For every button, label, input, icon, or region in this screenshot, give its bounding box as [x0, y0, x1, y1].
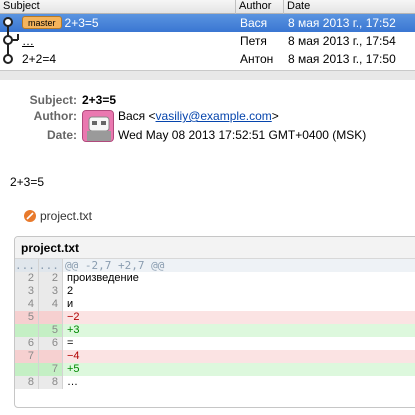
- commit-subject: 2+2=4: [22, 52, 57, 66]
- subject-value: 2+3=5: [82, 93, 117, 107]
- new-line-number: 7: [39, 363, 63, 376]
- diff-line-added: 5 +3: [15, 324, 415, 337]
- graph-node-icon: [3, 50, 13, 64]
- diff-line: 44 и: [15, 298, 415, 311]
- commit-list-header: Subject Author Date: [0, 0, 415, 14]
- line-text: и: [67, 298, 74, 310]
- diff-panel: project.txt ... ... @@ -2,7 +2,7 @@ 22 п…: [14, 236, 415, 408]
- hunk-new-marker: ...: [39, 259, 63, 272]
- diff-line: 66 =: [15, 337, 415, 350]
- commit-author: Петя: [240, 34, 267, 48]
- commit-author: Антон: [240, 52, 274, 66]
- diff-file-title: project.txt: [15, 237, 415, 259]
- file-name: project.txt: [40, 209, 93, 223]
- column-date[interactable]: Date: [284, 0, 415, 14]
- author-value: Вася <vasiliy@example.com>: [118, 109, 279, 123]
- author-email-link[interactable]: vasiliy@example.com: [156, 109, 272, 123]
- diff-line: 22 произведение: [15, 272, 415, 285]
- old-line-number: 8: [15, 376, 39, 389]
- date-value: Wed May 08 2013 17:52:51 GMT+0400 (MSK): [118, 128, 367, 142]
- hunk-range: @@ -2,7 +2,7 @@: [63, 259, 415, 272]
- commit-date: 8 мая 2013 г., 17:52: [288, 16, 396, 30]
- line-text: −4: [63, 350, 415, 363]
- commit-date: 8 мая 2013 г., 17:54: [288, 34, 396, 48]
- diff-line: 33 2: [15, 285, 415, 298]
- diff-line-added: 7 +5: [15, 363, 415, 376]
- line-text: произведение: [67, 272, 139, 284]
- line-text: 2: [67, 285, 74, 297]
- commit-author: Вася: [240, 16, 268, 30]
- old-line-number: [15, 363, 39, 376]
- new-line-number: 4: [39, 298, 63, 311]
- column-author[interactable]: Author: [236, 0, 284, 14]
- branch-badge-master[interactable]: master: [22, 16, 62, 29]
- new-line-number: 3: [39, 285, 63, 298]
- old-line-number: 3: [15, 285, 39, 298]
- old-line-number: 2: [15, 272, 39, 285]
- commit-list: master 2+3=5 Вася 8 мая 2013 г., 17:52 … …: [0, 14, 415, 68]
- diff-line-removed: 7 −4: [15, 350, 415, 363]
- commit-row[interactable]: master 2+3=5 Вася 8 мая 2013 г., 17:52: [0, 14, 415, 32]
- line-text: +3: [63, 324, 415, 337]
- subject-label: Subject:: [29, 93, 77, 107]
- commit-date: 8 мая 2013 г., 17:50: [288, 52, 396, 66]
- diff-line-removed: 5 −2: [15, 311, 415, 324]
- file-entry[interactable]: project.txt: [24, 209, 92, 223]
- date-label: Date:: [46, 128, 77, 142]
- line-text: =: [67, 337, 74, 349]
- new-line-number: [39, 350, 63, 363]
- old-line-number: 7: [15, 350, 39, 363]
- line-text: −2: [63, 311, 415, 324]
- old-line-number: 5: [15, 311, 39, 324]
- author-label: Author:: [33, 109, 77, 123]
- new-line-number: 5: [39, 324, 63, 337]
- commit-subject: master 2+3=5: [22, 14, 236, 32]
- new-line-number: 6: [39, 337, 63, 350]
- new-line-number: 2: [39, 272, 63, 285]
- commit-message: 2+3=5: [10, 175, 45, 189]
- commit-row[interactable]: 2+2=4 Антон 8 мая 2013 г., 17:50: [0, 50, 415, 68]
- new-line-number: 8: [39, 376, 63, 389]
- modified-file-icon: [24, 210, 36, 222]
- line-text: +5: [63, 363, 415, 376]
- old-line-number: 6: [15, 337, 39, 350]
- new-line-number: [39, 311, 63, 324]
- commit-row[interactable]: … Петя 8 мая 2013 г., 17:54: [0, 32, 415, 50]
- commit-subject: …: [22, 34, 34, 48]
- line-text: …: [67, 376, 78, 388]
- pane-splitter[interactable]: [0, 70, 415, 80]
- hunk-header: ... ... @@ -2,7 +2,7 @@: [15, 259, 415, 272]
- diff-line: 88 …: [15, 376, 415, 389]
- avatar: [82, 110, 114, 142]
- graph-node-icon: [3, 17, 13, 32]
- column-subject[interactable]: Subject: [0, 0, 236, 14]
- old-line-number: 4: [15, 298, 39, 311]
- old-line-number: [15, 324, 39, 337]
- avatar-face-icon: [83, 111, 113, 141]
- diff-lines: 22 произведение 3 3 244 и 5 −2 5 +3 6 6 = 7 −4 7 +5 8…: [15, 272, 415, 389]
- graph-node-icon: [3, 32, 19, 50]
- hunk-old-marker: ...: [15, 259, 39, 272]
